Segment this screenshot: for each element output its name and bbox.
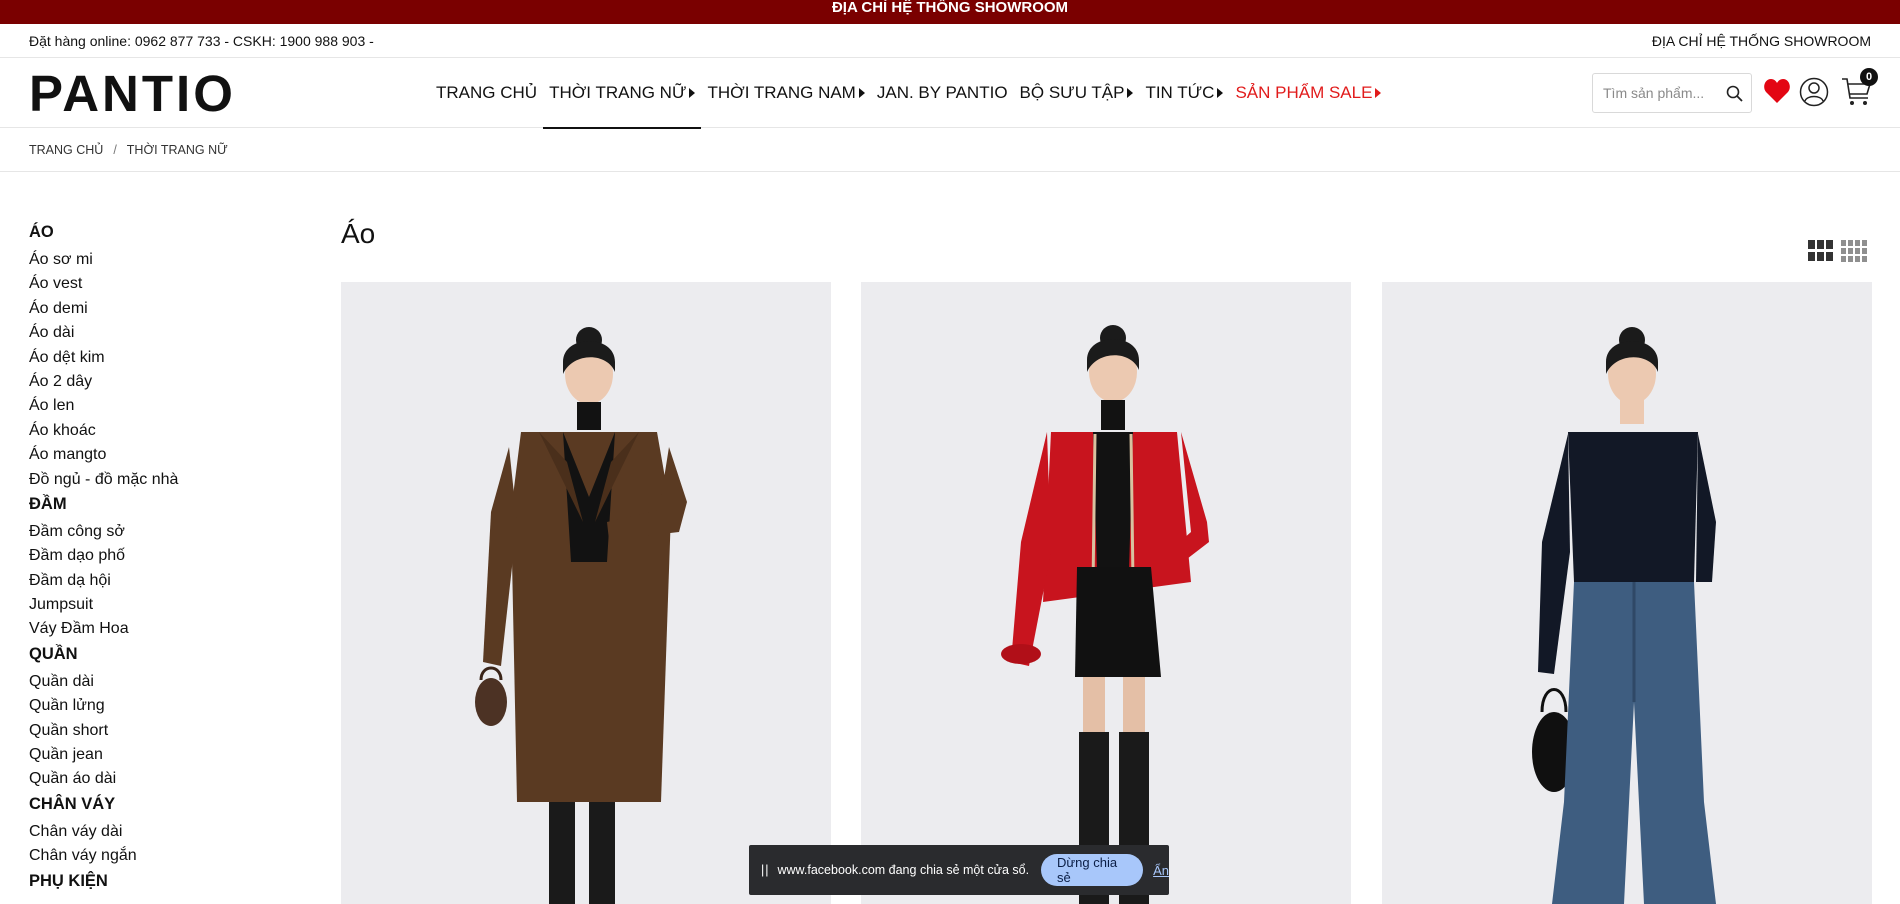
pause-icon[interactable]: || bbox=[761, 863, 770, 877]
nav-label: JAN. BY PANTIO bbox=[876, 83, 1008, 102]
sidebar-item-ao-dai[interactable]: Áo dài bbox=[29, 321, 289, 345]
main-nav: TRANG CHỦ THỜI TRANG NỮ THỜI TRANG NAM J… bbox=[430, 58, 1387, 129]
screen-share-bar: || www.facebook.com đang chia sẻ một cửa… bbox=[749, 845, 1169, 895]
sidebar-item-chan-vay-dai[interactable]: Chân váy dài bbox=[29, 820, 289, 844]
sidebar-group-phu-kien[interactable]: PHỤ KIỆN bbox=[29, 869, 289, 893]
nav-label: BỘ SƯU TẬP bbox=[1019, 83, 1125, 102]
top-announcement-bar[interactable]: ĐỊA CHỈ HỆ THỐNG SHOWROOM bbox=[0, 0, 1900, 24]
sidebar-item-ao-khoac[interactable]: Áo khoác bbox=[29, 419, 289, 443]
sidebar-group-ao[interactable]: ÁO bbox=[29, 220, 289, 244]
sidebar-item-dam-da-hoi[interactable]: Đầm dạ hội bbox=[29, 569, 289, 593]
sidebar-item-ao-det-kim[interactable]: Áo dệt kim bbox=[29, 346, 289, 370]
sidebar-item-dam-cong-so[interactable]: Đầm công sở bbox=[29, 520, 289, 544]
sidebar-group-quan[interactable]: QUẦN bbox=[29, 642, 289, 666]
sidebar-group-chan-vay[interactable]: CHÂN VÁY bbox=[29, 792, 289, 816]
nav-item-home[interactable]: TRANG CHỦ bbox=[430, 58, 543, 128]
caret-right-icon bbox=[1127, 88, 1134, 98]
red-cardigan-photo bbox=[861, 282, 1351, 904]
cart-count-badge: 0 bbox=[1860, 68, 1878, 86]
showroom-link[interactable]: ĐỊA CHỈ HỆ THỐNG SHOWROOM bbox=[1652, 33, 1871, 49]
nav-item-sale[interactable]: SẢN PHẨM SALE bbox=[1229, 58, 1387, 128]
nav-item-news[interactable]: TIN TỨC bbox=[1139, 58, 1229, 128]
share-message: www.facebook.com đang chia sẻ một cửa sổ… bbox=[777, 863, 1030, 877]
nav-item-jan[interactable]: JAN. BY PANTIO bbox=[871, 58, 1014, 128]
page-title: Áo bbox=[341, 218, 376, 249]
sidebar-item-do-ngu[interactable]: Đồ ngủ - đồ mặc nhà bbox=[29, 468, 289, 492]
sidebar-item-ao-2-day[interactable]: Áo 2 dây bbox=[29, 370, 289, 394]
sidebar-item-quan-lung[interactable]: Quần lửng bbox=[29, 694, 289, 718]
info-bar: Đặt hàng online: 0962 877 733 - CSKH: 19… bbox=[0, 24, 1900, 58]
sidebar-item-quan-ao-dai[interactable]: Quần áo dài bbox=[29, 767, 289, 791]
breadcrumb: TRANG CHỦ / THỜI TRANG NỮ bbox=[0, 128, 1900, 172]
sidebar-item-quan-short[interactable]: Quần short bbox=[29, 719, 289, 743]
pantio-logo[interactable]: PANTIO bbox=[29, 67, 236, 121]
user-icon[interactable] bbox=[1799, 77, 1829, 107]
brown-coat-photo bbox=[341, 282, 831, 904]
nav-label: SẢN PHẨM SALE bbox=[1235, 83, 1373, 102]
sidebar-item-dam-dao-pho[interactable]: Đầm dạo phố bbox=[29, 544, 289, 568]
breadcrumb-separator: / bbox=[113, 142, 117, 157]
nav-item-men[interactable]: THỜI TRANG NAM bbox=[701, 58, 870, 128]
sidebar-item-ao-mangto[interactable]: Áo mangto bbox=[29, 443, 289, 467]
search-input[interactable] bbox=[1603, 85, 1713, 101]
breadcrumb-home[interactable]: TRANG CHỦ bbox=[29, 143, 103, 157]
caret-right-icon bbox=[689, 88, 696, 98]
sidebar-item-jumpsuit[interactable]: Jumpsuit bbox=[29, 593, 289, 617]
caret-right-icon bbox=[858, 88, 865, 98]
site-header: PANTIO TRANG CHỦ THỜI TRANG NỮ THỜI TRAN… bbox=[0, 58, 1900, 129]
sidebar-item-ao-len[interactable]: Áo len bbox=[29, 394, 289, 418]
sidebar-item-ao-so-mi[interactable]: Áo sơ mi bbox=[29, 248, 289, 272]
breadcrumb-current[interactable]: THỜI TRANG NỮ bbox=[127, 143, 228, 157]
heart-icon[interactable] bbox=[1763, 78, 1791, 104]
nav-item-collections[interactable]: BỘ SƯU TẬP bbox=[1014, 58, 1140, 128]
black-top-jeans-photo bbox=[1382, 282, 1872, 904]
sidebar-item-quan-jean[interactable]: Quần jean bbox=[29, 743, 289, 767]
search-icon[interactable] bbox=[1726, 85, 1743, 102]
nav-label: TRANG CHỦ bbox=[436, 83, 538, 102]
category-sidebar: ÁO Áo sơ mi Áo vest Áo demi Áo dài Áo dệ… bbox=[29, 220, 289, 897]
caret-right-icon bbox=[1375, 88, 1382, 98]
contact-info: Đặt hàng online: 0962 877 733 - CSKH: 19… bbox=[29, 32, 374, 49]
hide-link[interactable]: Ẩn bbox=[1153, 863, 1169, 878]
sidebar-item-ao-demi[interactable]: Áo demi bbox=[29, 297, 289, 321]
caret-right-icon bbox=[1217, 88, 1224, 98]
sidebar-item-quan-dai[interactable]: Quần dài bbox=[29, 670, 289, 694]
sidebar-group-dam[interactable]: ĐẦM bbox=[29, 492, 289, 516]
showroom-banner-link[interactable]: ĐỊA CHỈ HỆ THỐNG SHOWROOM bbox=[832, 0, 1068, 16]
nav-item-women[interactable]: THỜI TRANG NỮ bbox=[543, 58, 702, 129]
grid-3-icon[interactable] bbox=[1808, 240, 1833, 262]
sidebar-item-chan-vay-ngan[interactable]: Chân váy ngắn bbox=[29, 844, 289, 868]
stop-sharing-button[interactable]: Dừng chia sẻ bbox=[1041, 854, 1144, 886]
grid-4-icon[interactable] bbox=[1841, 240, 1867, 262]
product-card[interactable] bbox=[861, 282, 1351, 904]
sidebar-item-vay-dam-hoa[interactable]: Váy Đầm Hoa bbox=[29, 617, 289, 641]
search-box bbox=[1592, 73, 1752, 113]
nav-label: THỜI TRANG NAM bbox=[707, 83, 856, 102]
product-card[interactable] bbox=[1382, 282, 1872, 904]
nav-label: TIN TỨC bbox=[1145, 83, 1215, 102]
nav-label: THỜI TRANG NỮ bbox=[549, 83, 687, 102]
view-toggles bbox=[1808, 240, 1867, 262]
product-card[interactable] bbox=[341, 282, 831, 904]
sidebar-item-ao-vest[interactable]: Áo vest bbox=[29, 272, 289, 296]
